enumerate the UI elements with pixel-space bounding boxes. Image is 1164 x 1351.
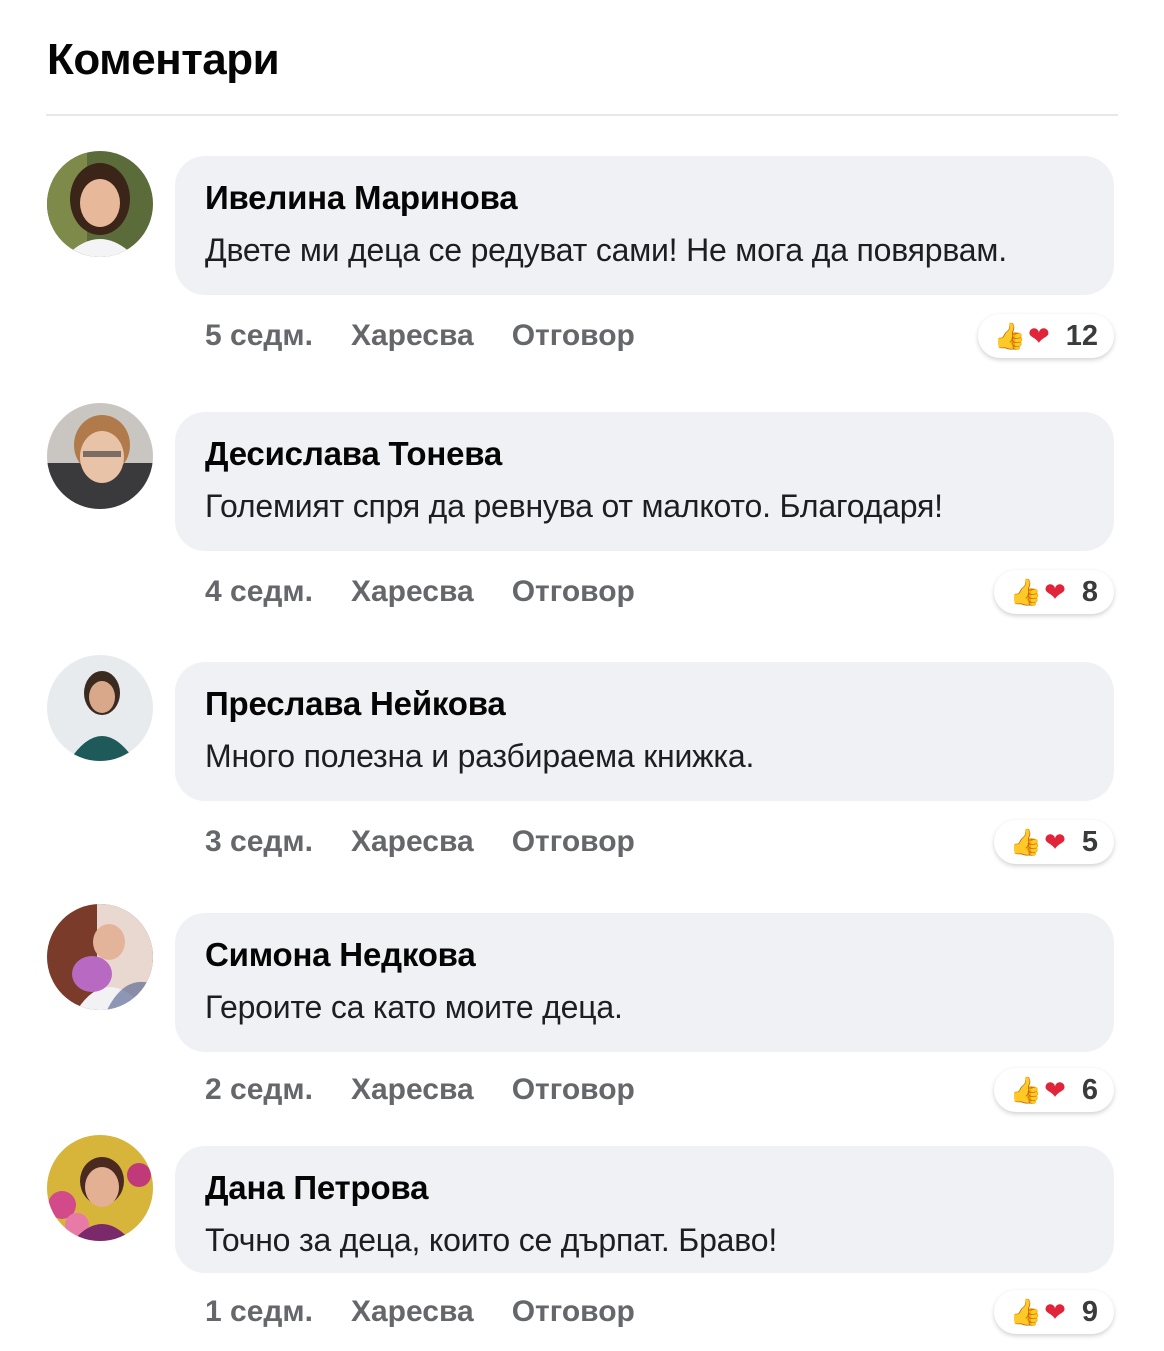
thumbs-up-icon: 👍	[1009, 1297, 1043, 1327]
comment-meta: 3 седм. Харесва Отговор	[205, 820, 673, 864]
thumbs-up-icon: 👍	[993, 321, 1026, 351]
comment-meta: 2 седм. Харесва Отговор	[205, 1068, 673, 1112]
divider	[46, 114, 1118, 116]
comment-meta: 1 седм. Харесва Отговор	[205, 1290, 673, 1334]
comment-time[interactable]: 1 седм.	[205, 1295, 313, 1329]
reactions-badge[interactable]: 👍 ❤ 8	[993, 570, 1114, 614]
comment-text: Много полезна и разбираема книжка.	[205, 738, 755, 774]
heart-icon: ❤	[1044, 827, 1066, 857]
thumbs-up-icon: 👍	[1009, 1075, 1043, 1105]
comment-author[interactable]: Ивелина Маринова	[205, 178, 1084, 218]
thumbs-up-icon: 👍	[1009, 577, 1043, 607]
reactions-badge[interactable]: 👍 ❤ 6	[993, 1068, 1114, 1112]
reply-button[interactable]: Отговор	[512, 1073, 635, 1107]
avatar[interactable]	[47, 403, 153, 509]
like-button[interactable]: Харесва	[351, 1073, 474, 1107]
comment-text: Точно за деца, които се дърпат. Браво!	[205, 1222, 778, 1258]
comment-bubble: Преслава Нейкова Много полезна и разбира…	[175, 662, 1114, 801]
reply-button[interactable]: Отговор	[512, 575, 635, 609]
avatar[interactable]	[47, 151, 153, 257]
reactions-badge[interactable]: 👍 ❤ 9	[993, 1290, 1114, 1334]
comment-time[interactable]: 4 седм.	[205, 575, 313, 609]
comment-bubble: Симона Недкова Героите са като моите дец…	[175, 913, 1114, 1052]
reaction-count: 12	[1065, 319, 1098, 352]
reply-button[interactable]: Отговор	[512, 1295, 635, 1329]
avatar[interactable]	[47, 1135, 153, 1241]
comment-bubble: Ивелина Маринова Двете ми деца се редува…	[175, 156, 1114, 295]
comment-time[interactable]: 3 седм.	[205, 825, 313, 859]
comment-time[interactable]: 5 седм.	[205, 319, 313, 353]
like-button[interactable]: Харесва	[351, 319, 474, 353]
comment-meta: 4 седм. Харесва Отговор	[205, 570, 673, 614]
comment-author[interactable]: Дана Петрова	[205, 1168, 1084, 1208]
comments-section: Коментари Ивелина Маринова Двете ми деца…	[0, 0, 1164, 1351]
reaction-count: 6	[1081, 1073, 1098, 1106]
comment-author[interactable]: Десислава Тонева	[205, 434, 1084, 474]
reply-button[interactable]: Отговор	[512, 825, 635, 859]
comment-text: Двете ми деца се редуват сами! Не мога д…	[205, 232, 1007, 268]
section-title: Коментари	[47, 35, 280, 84]
comment-meta: 5 седм. Харесва Отговор	[205, 314, 673, 358]
comment-author[interactable]: Преслава Нейкова	[205, 684, 1084, 724]
heart-icon: ❤	[1044, 577, 1066, 607]
avatar[interactable]	[47, 904, 153, 1010]
thumbs-up-icon: 👍	[1009, 827, 1043, 857]
avatar[interactable]	[47, 655, 153, 761]
like-button[interactable]: Харесва	[351, 575, 474, 609]
comment-text: Героите са като моите деца.	[205, 989, 623, 1025]
like-button[interactable]: Харесва	[351, 1295, 474, 1329]
reaction-count: 8	[1081, 575, 1098, 608]
comment-text: Големият спря да ревнува от малкото. Бла…	[205, 488, 943, 524]
reactions-badge[interactable]: 👍 ❤ 12	[977, 314, 1114, 358]
heart-icon: ❤	[1044, 1297, 1066, 1327]
reaction-count: 9	[1081, 1295, 1098, 1328]
heart-icon: ❤	[1044, 1075, 1066, 1105]
reactions-badge[interactable]: 👍 ❤ 5	[993, 820, 1114, 864]
heart-icon: ❤	[1027, 321, 1050, 351]
like-button[interactable]: Харесва	[351, 825, 474, 859]
comment-time[interactable]: 2 седм.	[205, 1073, 313, 1107]
comment-bubble: Десислава Тонева Големият спря да ревнув…	[175, 412, 1114, 551]
comment-author[interactable]: Симона Недкова	[205, 935, 1084, 975]
reply-button[interactable]: Отговор	[512, 319, 635, 353]
comment-bubble: Дана Петрова Точно за деца, които се дър…	[175, 1146, 1114, 1273]
reaction-count: 5	[1081, 825, 1098, 858]
